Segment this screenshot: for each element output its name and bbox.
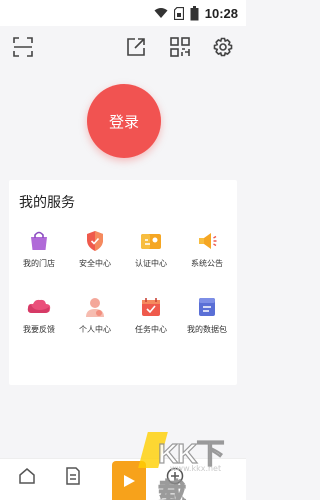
watermark-url: www.kkx.net bbox=[170, 464, 222, 473]
service-item-my-store[interactable]: 我的门店 bbox=[11, 225, 67, 275]
service-item-task-center[interactable]: 任务中心 bbox=[123, 291, 179, 341]
certificate-icon bbox=[139, 229, 163, 253]
service-label: 认证中心 bbox=[135, 259, 167, 268]
shield-icon bbox=[83, 229, 107, 253]
megaphone-icon bbox=[195, 229, 219, 253]
login-label: 登录 bbox=[108, 112, 139, 131]
service-item-certification-center[interactable]: 认证中心 bbox=[123, 225, 179, 275]
service-item-my-data-pack[interactable]: 我的数据包 bbox=[179, 291, 235, 341]
service-label: 系统公告 bbox=[191, 259, 223, 268]
service-label: 我要反馈 bbox=[23, 325, 55, 334]
service-label: 安全中心 bbox=[79, 259, 111, 268]
sim-card-icon bbox=[173, 6, 184, 20]
nav-home-icon[interactable] bbox=[18, 467, 36, 489]
wifi-icon bbox=[154, 8, 168, 18]
status-bar: 10:28 bbox=[0, 0, 246, 26]
service-label: 任务中心 bbox=[135, 325, 167, 334]
battery-icon bbox=[190, 5, 199, 20]
person-icon bbox=[83, 295, 107, 319]
services-grid: 我的门店 安全中心 认证中心 系统公告 我要反馈 个人中心 任务中心 我的数据包 bbox=[11, 225, 235, 341]
data-pack-icon bbox=[195, 295, 219, 319]
top-toolbar bbox=[0, 26, 246, 66]
scan-icon[interactable] bbox=[11, 35, 35, 59]
status-time: 10:28 bbox=[204, 5, 238, 21]
service-item-security-center[interactable]: 安全中心 bbox=[67, 225, 123, 275]
settings-gear-icon[interactable] bbox=[211, 35, 235, 59]
service-label: 个人中心 bbox=[79, 325, 111, 334]
service-item-personal-center[interactable]: 个人中心 bbox=[67, 291, 123, 341]
nav-document-icon[interactable] bbox=[64, 467, 82, 489]
qr-code-icon[interactable] bbox=[168, 35, 192, 59]
watermark: KK下载 www.kkx.net bbox=[138, 428, 240, 500]
feedback-cloud-icon bbox=[27, 295, 51, 319]
login-button[interactable]: 登录 bbox=[87, 84, 161, 158]
service-label: 我的门店 bbox=[23, 259, 55, 268]
shop-bag-icon bbox=[27, 229, 51, 253]
service-item-system-announcement[interactable]: 系统公告 bbox=[179, 225, 235, 275]
calendar-check-icon bbox=[139, 295, 163, 319]
login-area: 登录 bbox=[0, 66, 246, 176]
service-item-feedback[interactable]: 我要反馈 bbox=[11, 291, 67, 341]
services-title: 我的服务 bbox=[19, 195, 75, 211]
share-icon[interactable] bbox=[124, 35, 148, 59]
my-services-card: 我的服务 我的门店 安全中心 认证中心 系统公告 我要反馈 个人中心 任务中心 … bbox=[9, 180, 237, 385]
service-label: 我的数据包 bbox=[187, 325, 227, 334]
